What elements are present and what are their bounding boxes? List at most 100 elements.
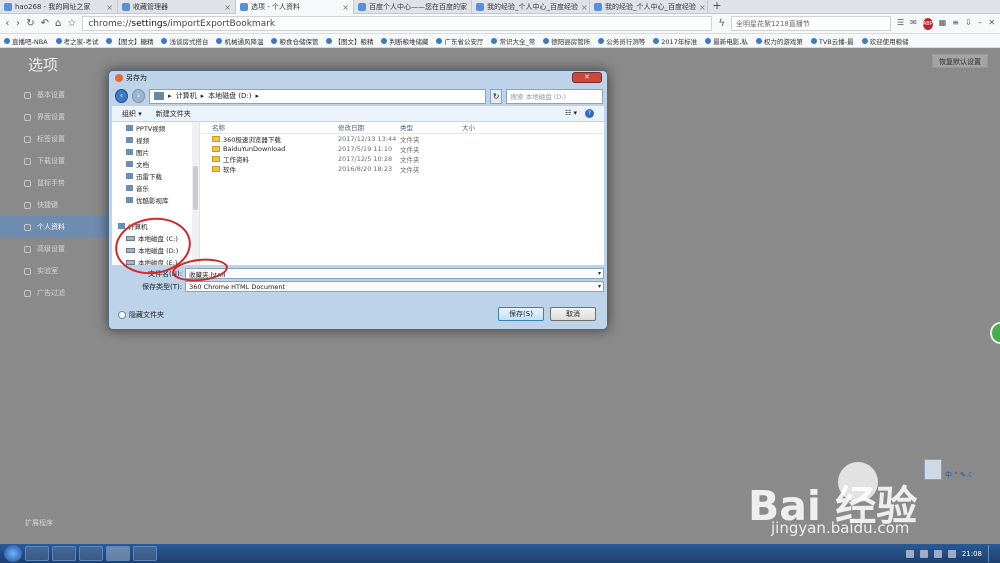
column-type[interactable]: 类型 [400, 122, 462, 133]
tree-node[interactable]: 文档 [112, 158, 199, 170]
breadcrumb-computer[interactable]: 计算机 [176, 91, 197, 101]
new-tab-button[interactable]: + [708, 0, 726, 13]
dialog-refresh-icon[interactable]: ↻ [490, 88, 502, 104]
filetype-select[interactable]: 360 Chrome HTML Document ▾ [185, 281, 604, 292]
bookmark-item[interactable]: 浅谈房式搭台 [161, 36, 208, 46]
tree-node[interactable]: PPTV视频 [112, 122, 199, 134]
sidebar-item[interactable]: 广告过滤 [0, 282, 108, 304]
tab-close-icon[interactable]: × [581, 3, 588, 12]
undo-icon[interactable]: ↶ [41, 18, 49, 29]
ime-status[interactable]: 中 ° ✎ ☾ [945, 470, 974, 480]
sidebar-item[interactable]: 下载设置 [0, 150, 108, 172]
home-icon[interactable]: ⌂ [55, 18, 61, 29]
sidebar-item[interactable]: 鼠标手势 [0, 172, 108, 194]
help-icon[interactable]: ? [585, 109, 594, 118]
bookmark-item[interactable]: 德阳县房管所 [543, 36, 590, 46]
clock[interactable]: 21:08 [962, 550, 982, 558]
bookmark-item[interactable]: TVB云播-最 [810, 36, 854, 46]
sidebar-item[interactable]: 标签设置 [0, 128, 108, 150]
browser-tab[interactable]: 百度个人中心——您在百度的家× [354, 0, 472, 14]
reload-icon[interactable]: ↻ [26, 18, 34, 29]
filename-input[interactable]: 收藏夹.html ▾ [185, 268, 604, 279]
download-icon[interactable]: ⇩ [965, 18, 972, 30]
save-button[interactable]: 保存(S) [498, 307, 544, 321]
window-minimize-icon[interactable]: – [978, 18, 983, 30]
file-row[interactable]: BaiduYunDownload 2017/5/19 11:10 文件夹 [202, 144, 604, 154]
bookmark-item[interactable]: 广东省公安厅 [436, 36, 483, 46]
sidebar-item[interactable]: 界面设置 [0, 106, 108, 128]
tab-close-icon[interactable]: × [106, 3, 113, 12]
bookmark-icon[interactable]: ☰ [897, 18, 904, 30]
tree-scroll-thumb[interactable] [193, 166, 198, 210]
organize-menu[interactable]: 组织 ▾ [122, 109, 142, 119]
new-folder-button[interactable]: 新建文件夹 [156, 109, 191, 119]
show-desktop-button[interactable] [988, 545, 996, 562]
chevron-down-icon[interactable]: ▾ [598, 270, 601, 277]
tray-network-icon[interactable] [919, 549, 928, 558]
window-close-icon[interactable]: ✕ [988, 18, 995, 30]
browser-tab[interactable]: 选项 - 个人资料 × [236, 0, 354, 14]
browser-tab[interactable]: hao268 - 我的网址之家 × [0, 0, 118, 14]
bookmark-item[interactable]: 粮食仓储保管 [271, 36, 318, 46]
tree-node[interactable]: 音乐 [112, 182, 199, 194]
taskbar-explorer-icon[interactable] [25, 546, 49, 561]
sidebar-item[interactable]: 基本设置 [0, 84, 108, 106]
sidebar-item[interactable]: 高级设置 [0, 238, 108, 260]
dialog-search-input[interactable]: 搜索 本地磁盘 (D:) [505, 88, 603, 104]
column-name[interactable]: 名称 [202, 122, 338, 133]
browser-tab[interactable]: 收藏管理器 × [118, 0, 236, 14]
bookmark-item[interactable]: 欢迎使用粮储 [861, 36, 909, 46]
view-options-icon[interactable]: ☷ ▾ [565, 109, 577, 118]
sidebar-item[interactable]: 实验室 [0, 260, 108, 282]
dialog-breadcrumb[interactable]: ▸ 计算机 ▸ 本地磁盘 (D:) ▸ [149, 88, 487, 104]
bookmark-item[interactable]: 常识大全_常 [491, 36, 535, 46]
dialog-back-icon[interactable]: ‹ [115, 89, 129, 103]
file-row[interactable]: 工作资料 2017/12/5 10:28 文件夹 [202, 154, 604, 164]
search-box[interactable]: 全明星花絮1218直播节 [730, 16, 891, 31]
browser-tab[interactable]: 我的经验_个人中心_百度经验 × [472, 0, 590, 14]
back-icon[interactable]: ‹ [5, 18, 10, 29]
extensions-link[interactable]: 扩展程序 [25, 518, 53, 528]
taskbar-window-icon[interactable] [133, 546, 157, 561]
start-button-icon[interactable] [4, 545, 22, 562]
tray-app-icon[interactable] [905, 549, 914, 558]
tab-close-icon[interactable]: × [699, 3, 706, 12]
lightning-icon[interactable]: ϟ [718, 18, 725, 29]
hide-folders-toggle[interactable]: 隐藏文件夹 [118, 310, 164, 320]
tree-node[interactable]: 视频 [112, 134, 199, 146]
bookmark-item[interactable]: 考之家-考试 [55, 36, 98, 46]
sidebar-item[interactable]: 个人资料 [0, 216, 108, 238]
chevron-down-icon[interactable]: ▾ [598, 283, 601, 290]
tree-node[interactable]: 图片 [112, 146, 199, 158]
bookmark-item[interactable]: 2017年标准 [653, 36, 697, 46]
tab-close-icon[interactable]: × [224, 3, 231, 12]
tree-node[interactable]: 迅雷下载 [112, 170, 199, 182]
address-bar[interactable]: chrome://settings/importExportBookmark [82, 16, 713, 31]
tab-close-icon[interactable]: × [342, 3, 349, 12]
dialog-close-button[interactable]: ✕ [572, 72, 602, 83]
file-row[interactable]: 360极速浏览器下载 2017/12/13 13:44 文件夹 [202, 134, 604, 144]
column-date[interactable]: 修改日期 [338, 122, 400, 133]
taskbar-media-icon[interactable] [52, 546, 76, 561]
restore-defaults-button[interactable]: 恢复默认设置 [932, 54, 988, 68]
bookmark-item[interactable]: 权力的游戏第 [755, 36, 803, 46]
tray-flag-icon[interactable] [947, 549, 956, 558]
tree-node[interactable]: 优酷影视库 [112, 194, 199, 206]
bookmark-item[interactable]: 公务员行测等 [598, 36, 645, 46]
browser-tab[interactable]: 我的经验_个人中心_百度经验 × [590, 0, 708, 14]
tree-scrollbar[interactable] [192, 122, 199, 265]
bookmark-item[interactable]: 【图文】粮精 [326, 36, 373, 46]
taskbar-network-icon[interactable] [79, 546, 103, 561]
bookmark-item[interactable]: 直播吧-NBA [4, 36, 48, 46]
menu-icon[interactable]: ≡ [952, 18, 959, 30]
sidebar-item[interactable]: 快捷键 [0, 194, 108, 216]
cancel-button[interactable]: 取消 [550, 307, 596, 321]
bookmark-item[interactable]: 机械通风降温 [216, 36, 263, 46]
dialog-forward-icon[interactable]: › [132, 89, 146, 103]
bookmark-item[interactable]: 【图文】糖精 [106, 36, 153, 46]
adblock-icon[interactable]: ABP [922, 17, 933, 30]
taskbar-browser-icon[interactable] [106, 546, 130, 561]
breadcrumb-drive[interactable]: 本地磁盘 (D:) [208, 91, 251, 101]
forward-icon[interactable]: › [16, 18, 21, 29]
tray-volume-icon[interactable] [933, 549, 942, 558]
